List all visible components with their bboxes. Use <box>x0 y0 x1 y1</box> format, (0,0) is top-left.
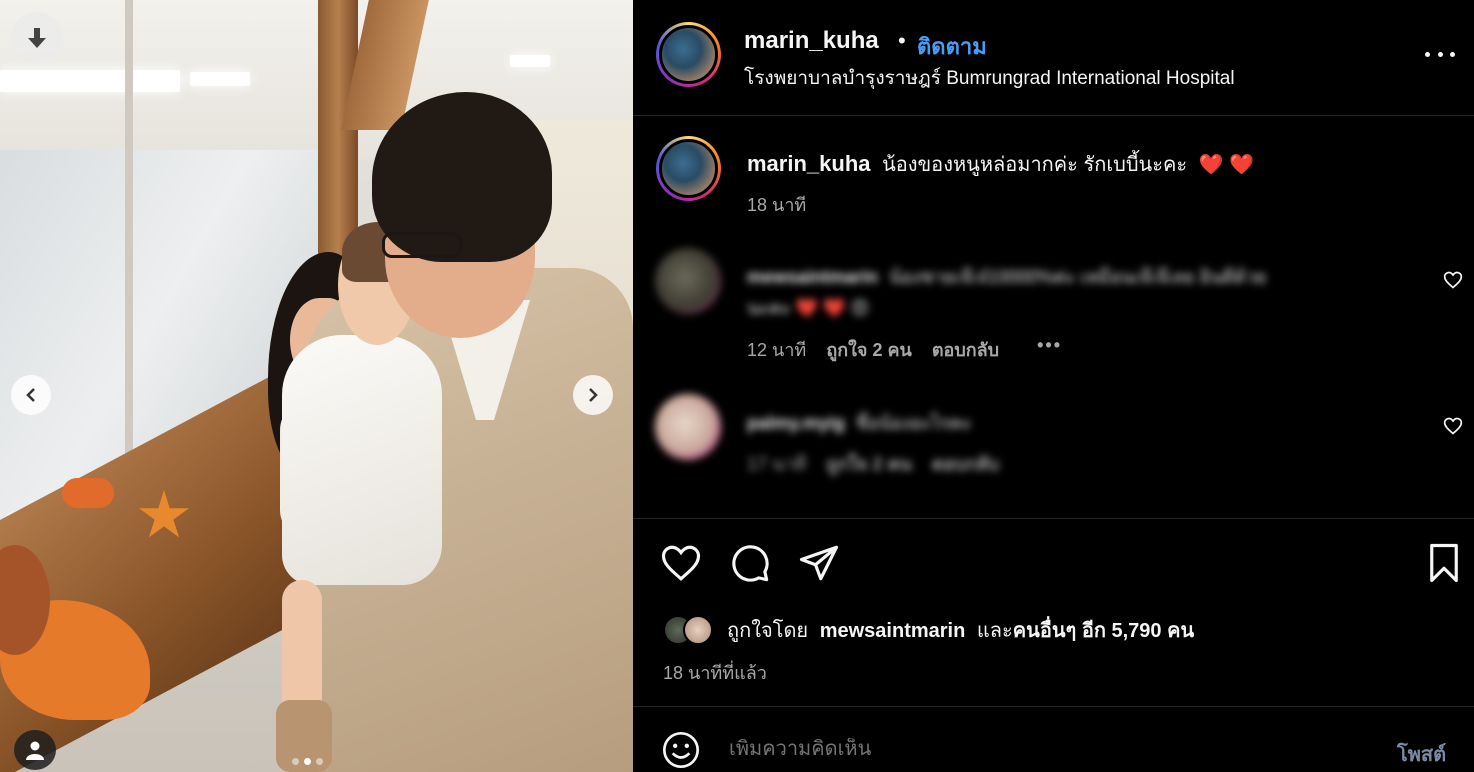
likes-joiner: และ <box>976 620 1013 642</box>
user-icon <box>26 741 44 760</box>
emoji-smiley-icon[interactable] <box>661 730 701 770</box>
photo-baby-dress <box>282 335 442 585</box>
comment-likes[interactable]: ถูกใจ 2 คน <box>826 449 912 478</box>
comment-reply-button[interactable]: ตอบกลับ <box>932 449 999 478</box>
caption-username[interactable]: marin_kuha <box>747 151 871 176</box>
post-comment-button[interactable]: โพสต์ <box>1397 738 1446 770</box>
comment-likes[interactable]: ถูกใจ 2 คน <box>826 335 912 364</box>
comment-text: mewsaintmarin น้องชายเจ๊เจ๋10000%ค่ะ เหม… <box>747 262 1266 291</box>
comment-more-icon[interactable]: ••• <box>1037 335 1062 364</box>
caption-heart-emoji: ❤️ ❤️ <box>1198 154 1255 176</box>
previous-image-button[interactable] <box>11 375 51 415</box>
caption: marin_kuha น้องของหนูหล่อมากค่ะ รักเบบี้… <box>747 148 1254 180</box>
comments-divider <box>633 518 1474 519</box>
photo-ceiling-light <box>0 70 180 92</box>
carousel-dot-active <box>304 758 311 765</box>
comment-username[interactable]: mewsaintmarin <box>747 267 878 287</box>
photo-man-glasses <box>382 232 462 258</box>
comment-box-divider <box>633 706 1474 707</box>
comment-like-heart-icon[interactable] <box>1443 416 1463 436</box>
comment-text: palmy.myig ชื่อน้องอะไรคะ <box>747 408 972 437</box>
next-image-button[interactable] <box>573 375 613 415</box>
more-dot <box>1450 51 1455 57</box>
photo-decoration <box>62 478 114 508</box>
post-timestamp: 18 นาทีที่แล้ว <box>663 663 767 683</box>
liker-avatar <box>683 615 713 645</box>
comment-body: ชื่อน้องอะไรคะ <box>855 413 972 433</box>
comment-bubble-icon[interactable] <box>729 542 771 584</box>
tagged-people-button[interactable] <box>14 730 56 770</box>
chevron-left-icon <box>26 388 35 402</box>
follow-button[interactable]: ติดตาม <box>917 29 987 64</box>
likes-others-count[interactable]: คนอื่นๆ อีก 5,790 คน <box>1013 620 1194 642</box>
bookmark-icon[interactable] <box>1423 542 1465 584</box>
photo-ceiling-light <box>190 72 250 86</box>
like-heart-icon[interactable] <box>660 542 702 584</box>
post-info-panel: marin_kuha • ติดตาม โรงพยาบาลบำรุงราษฎร์… <box>633 0 1474 772</box>
author-avatar[interactable] <box>656 22 721 87</box>
download-button[interactable] <box>11 12 63 64</box>
comment-reply-button[interactable]: ตอบกลับ <box>932 335 999 364</box>
instagram-post-view: marin_kuha • ติดตาม โรงพยาบาลบำรุงราษฎร์… <box>0 0 1474 772</box>
comment-text-continued: นะคะ ❤️ ❤️ 😍 <box>747 298 870 318</box>
likes-prefix: ถูกใจโดย <box>727 620 809 642</box>
comment-time: 12 นาที <box>747 340 807 360</box>
comment-like-heart-icon[interactable] <box>1443 270 1463 290</box>
caption-author-avatar[interactable] <box>656 136 721 201</box>
likes-text: ถูกใจโดย mewsaintmarin และคนอื่นๆ อีก 5,… <box>727 614 1194 646</box>
more-dot <box>1425 51 1430 57</box>
add-comment-input[interactable] <box>729 738 1289 761</box>
caption-author-avatar-image <box>659 139 718 198</box>
comment-avatar[interactable] <box>655 394 721 460</box>
caption-text: น้องของหนูหล่อมากค่ะ รักเบบี้นะคะ <box>882 154 1188 176</box>
more-dot <box>1437 51 1443 57</box>
comment-username[interactable]: palmy.myig <box>747 413 845 433</box>
liker-username[interactable]: mewsaintmarin <box>820 620 966 642</box>
header-divider <box>633 115 1474 116</box>
more-options-icon[interactable] <box>1425 40 1455 68</box>
photo-ceiling-light <box>510 55 550 67</box>
post-photo[interactable] <box>0 0 633 772</box>
author-avatar-image <box>659 25 718 84</box>
share-send-icon[interactable] <box>798 542 840 584</box>
location-link[interactable]: โรงพยาบาลบำรุงราษฎร์ Bumrungrad Internat… <box>744 63 1235 93</box>
comment-meta: 12 นาที ถูกใจ 2 คน ตอบกลับ ••• <box>747 335 1062 364</box>
carousel-indicator <box>292 758 323 765</box>
caption-time: 18 นาที <box>747 195 807 215</box>
likes-summary[interactable]: ถูกใจโดย mewsaintmarin และคนอื่นๆ อีก 5,… <box>663 614 1194 646</box>
chevron-right-icon <box>589 388 598 402</box>
header-separator: • <box>898 28 906 53</box>
comment-body: น้องชายเจ๊เจ๋10000%ค่ะ เหมือนเจ๊เจ๊เลย อ… <box>889 267 1267 287</box>
carousel-dot <box>292 758 299 765</box>
comment-time: 17 นาที <box>747 454 807 474</box>
carousel-dot <box>316 758 323 765</box>
download-arrow-icon <box>28 28 46 48</box>
author-username[interactable]: marin_kuha <box>744 27 879 55</box>
comment-meta: 17 นาที ถูกใจ 2 คน ตอบกลับ <box>747 449 999 478</box>
comment-avatar[interactable] <box>655 248 721 314</box>
